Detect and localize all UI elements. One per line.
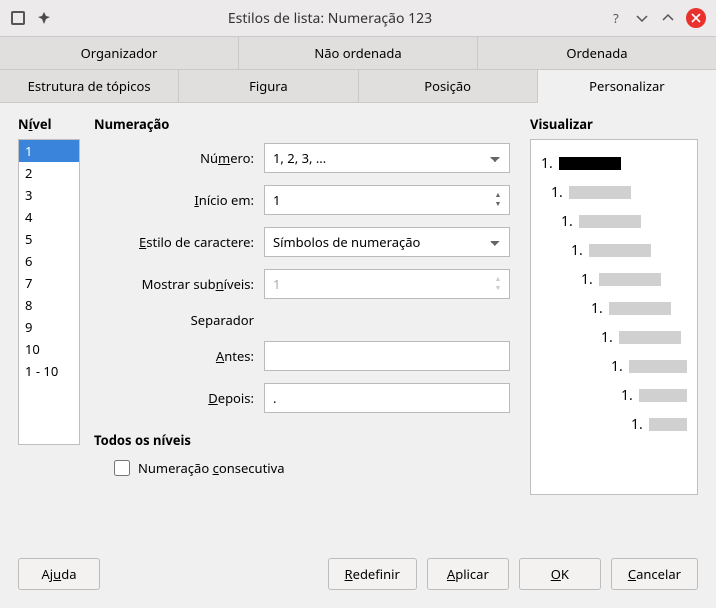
level-item[interactable]: 4	[19, 206, 79, 228]
help-button[interactable]: Ajuda	[18, 558, 100, 590]
preview-number: 1.	[551, 183, 563, 202]
preview-box: 1. 1. 1. 1. 1. 1. 1. 1. 1. 1.	[530, 139, 698, 495]
sublevels-spin: ▲▼	[264, 269, 510, 299]
numbering-column: Numeração Número: 1, 2, 3, … Início em: …	[94, 115, 516, 544]
level-item[interactable]: 3	[19, 184, 79, 206]
level-item[interactable]: 1 - 10	[19, 360, 79, 382]
preview-line: 1.	[541, 241, 687, 260]
charstyle-label: Estilo de caractere:	[106, 233, 264, 251]
preview-number: 1.	[571, 241, 583, 260]
dialog-footer: Ajuda Redefinir Aplicar OK Cancelar	[0, 544, 716, 608]
apply-button[interactable]: Aplicar	[427, 558, 509, 590]
tab-outline[interactable]: Estrutura de tópicos	[0, 70, 179, 102]
number-label: Número:	[106, 149, 264, 167]
level-item[interactable]: 5	[19, 228, 79, 250]
tabs-row-2: Estrutura de tópicos Figura Posição Pers…	[0, 70, 716, 103]
level-item[interactable]: 9	[19, 316, 79, 338]
titlebar: Estilos de lista: Numeração 123 ?	[0, 0, 716, 36]
number-select[interactable]: 1, 2, 3, …	[264, 143, 510, 173]
reset-button[interactable]: Redefinir	[328, 558, 417, 590]
preview-line: 1.	[541, 386, 687, 405]
level-item[interactable]: 7	[19, 272, 79, 294]
spin-up-icon[interactable]: ▲	[491, 191, 505, 200]
consecutive-label: Numeração consecutiva	[138, 459, 285, 477]
all-levels-header: Todos os níveis	[94, 431, 516, 449]
close-icon[interactable]	[686, 8, 706, 28]
level-column: Nível 123456789101 - 10	[18, 115, 80, 544]
preview-bar	[649, 418, 687, 431]
preview-bar	[569, 186, 631, 199]
preview-line: 1.	[541, 415, 687, 434]
sublevels-input	[273, 275, 501, 293]
level-item[interactable]: 6	[19, 250, 79, 272]
tabs-row-1: Organizador Não ordenada Ordenada	[0, 36, 716, 70]
consecutive-checkbox[interactable]	[114, 460, 130, 476]
level-item[interactable]: 2	[19, 162, 79, 184]
cancel-button[interactable]: Cancelar	[611, 558, 698, 590]
window-title: Estilos de lista: Numeração 123	[52, 9, 608, 28]
preview-bar	[559, 157, 621, 170]
preview-line: 1.	[541, 328, 687, 347]
tab-image[interactable]: Figura	[179, 70, 358, 102]
preview-bar	[599, 273, 661, 286]
preview-line: 1.	[541, 299, 687, 318]
start-spin[interactable]: ▲▼	[264, 185, 510, 215]
tab-unordered[interactable]: Não ordenada	[239, 36, 478, 69]
preview-bar	[609, 302, 671, 315]
level-item[interactable]: 1	[19, 140, 79, 162]
preview-line: 1.	[541, 270, 687, 289]
app-icon	[10, 10, 26, 26]
preview-number: 1.	[561, 212, 573, 231]
preview-header: Visualizar	[530, 115, 698, 133]
charstyle-select[interactable]: Símbolos de numeração	[264, 227, 510, 257]
minimize-icon[interactable]	[634, 10, 650, 26]
preview-bar	[579, 215, 641, 228]
tab-customize[interactable]: Personalizar	[538, 70, 716, 103]
after-label: Depois:	[106, 389, 264, 407]
separator-label: Separador	[106, 311, 264, 329]
preview-line: 1.	[541, 357, 687, 376]
preview-bar	[639, 389, 687, 402]
level-header: Nível	[18, 115, 80, 133]
preview-line: 1.	[541, 212, 687, 231]
preview-bar	[619, 331, 681, 344]
level-item[interactable]: 10	[19, 338, 79, 360]
preview-bar	[629, 360, 687, 373]
level-list[interactable]: 123456789101 - 10	[18, 139, 80, 445]
before-label: Antes:	[106, 347, 264, 365]
preview-column: Visualizar 1. 1. 1. 1. 1. 1. 1. 1. 1. 1.	[530, 115, 698, 544]
maximize-icon[interactable]	[660, 10, 676, 26]
spin-down-icon[interactable]: ▼	[491, 200, 505, 209]
preview-line: 1.	[541, 154, 687, 173]
preview-number: 1.	[631, 415, 643, 434]
content-area: Nível 123456789101 - 10 Numeração Número…	[0, 103, 716, 544]
spin-up-icon: ▲	[491, 275, 505, 284]
tab-organizer[interactable]: Organizador	[0, 36, 239, 69]
preview-line: 1.	[541, 183, 687, 202]
spin-down-icon: ▼	[491, 284, 505, 293]
tab-ordered[interactable]: Ordenada	[478, 36, 716, 69]
pin-icon[interactable]	[36, 10, 52, 26]
ok-button[interactable]: OK	[519, 558, 601, 590]
numbering-header: Numeração	[94, 115, 516, 133]
start-label: Início em:	[106, 191, 264, 209]
help-icon[interactable]: ?	[608, 10, 624, 26]
level-item[interactable]: 8	[19, 294, 79, 316]
preview-number: 1.	[601, 328, 613, 347]
preview-number: 1.	[621, 386, 633, 405]
preview-bar	[589, 244, 651, 257]
tab-position[interactable]: Posição	[359, 70, 538, 102]
preview-number: 1.	[541, 154, 553, 173]
sublevels-label: Mostrar subníveis:	[106, 275, 264, 293]
before-input[interactable]	[264, 341, 510, 371]
start-input[interactable]	[273, 191, 501, 209]
preview-number: 1.	[611, 357, 623, 376]
preview-number: 1.	[581, 270, 593, 289]
after-input[interactable]	[264, 383, 510, 413]
preview-number: 1.	[591, 299, 603, 318]
